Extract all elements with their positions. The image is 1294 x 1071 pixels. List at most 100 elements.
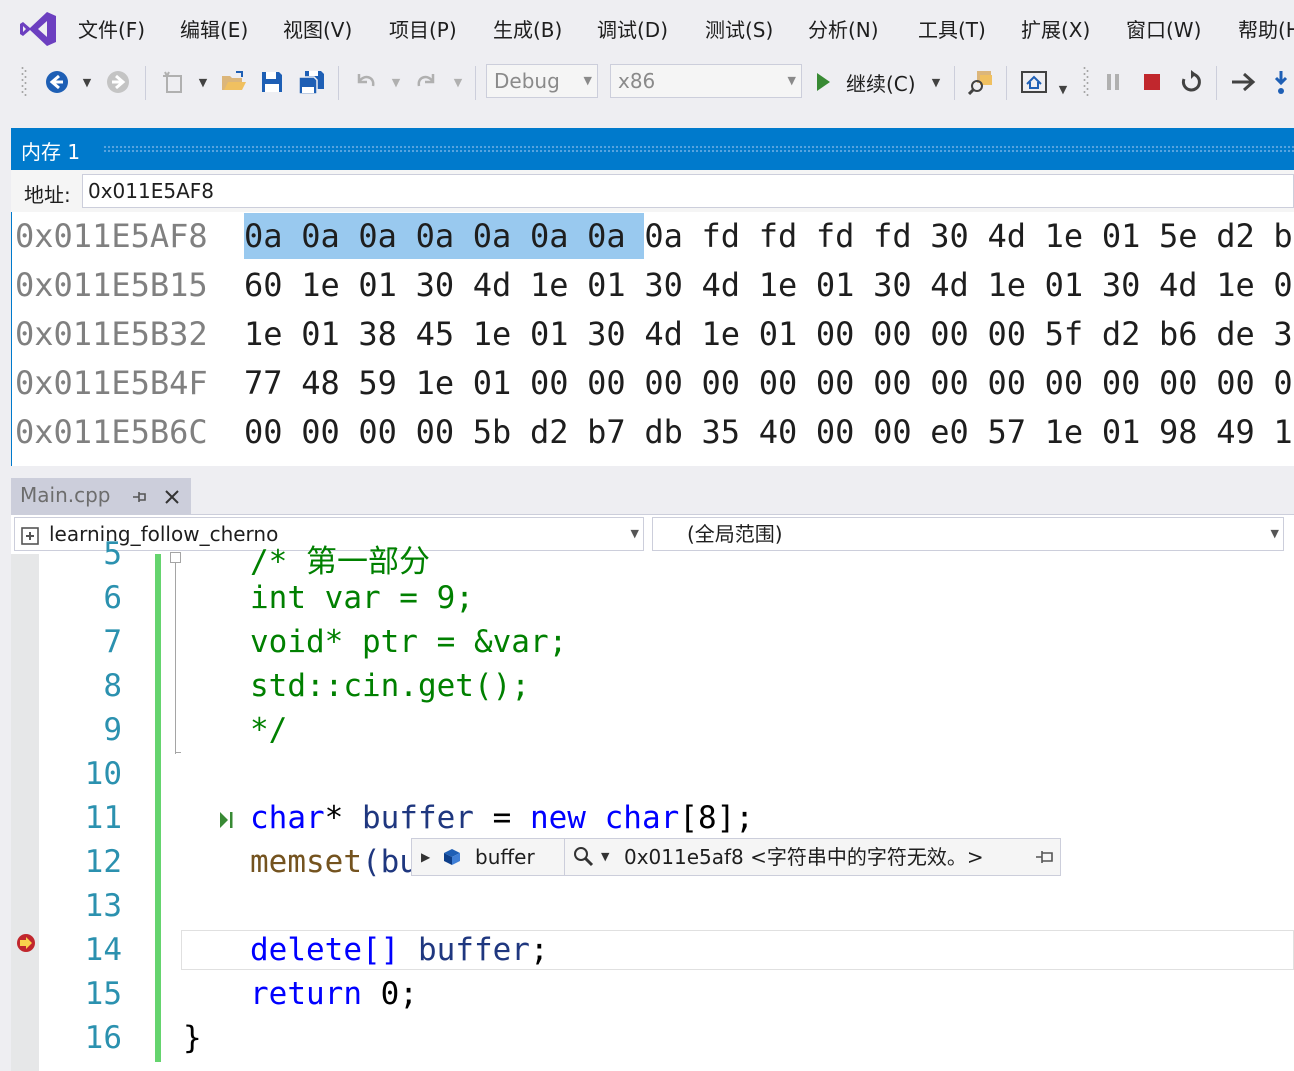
run-to-click-icon[interactable] [218,808,236,832]
memory-byte[interactable]: 0a [415,213,473,259]
memory-byte[interactable]: 49 [1216,409,1273,455]
memory-byte[interactable]: 00 [1159,360,1216,406]
chevron-down-icon[interactable]: ▼ [927,56,945,108]
memory-byte[interactable]: 00 [873,360,930,406]
memory-byte[interactable]: 1e [1216,262,1273,308]
memory-byte[interactable]: 01 [1045,262,1102,308]
save-all-icon[interactable] [294,56,328,108]
memory-byte[interactable]: 00 [587,360,644,406]
memory-byte[interactable]: 1e [244,311,301,357]
memory-byte[interactable]: 00 [873,311,930,357]
memory-byte[interactable]: 0a [587,213,645,259]
memory-byte[interactable]: b7 [1273,213,1294,259]
memory-byte[interactable]: 00 [416,409,473,455]
memory-byte[interactable]: 34 [1273,311,1294,357]
stop-icon[interactable] [1138,56,1166,108]
chevron-down-icon[interactable]: ▼ [387,56,405,108]
menu-build[interactable]: 生成(B) [493,14,562,43]
memory-byte[interactable]: fd [759,213,816,259]
navigate-forward-icon[interactable] [103,56,133,108]
memory-byte[interactable]: fd [702,213,759,259]
code-line[interactable]: char* buffer = new char[8]; [250,800,754,836]
memory-byte[interactable]: 01 [1102,213,1159,259]
memory-byte[interactable]: 01 [816,262,873,308]
memory-byte[interactable]: 0a [644,213,701,259]
memory-byte[interactable]: 60 [244,262,301,308]
memory-byte[interactable]: 1e [702,311,759,357]
memory-byte[interactable]: db [644,409,701,455]
memory-byte[interactable]: 00 [816,409,873,455]
memory-byte[interactable]: 00 [987,311,1044,357]
menu-analyze[interactable]: 分析(N) [808,14,879,43]
solution-platform-select[interactable]: x86 ▼ [610,64,802,98]
tab-main-cpp[interactable]: Main.cpp [11,478,191,514]
breakpoint-current-statement-icon[interactable] [15,932,37,954]
find-in-files-icon[interactable] [965,56,997,108]
memory-byte[interactable]: 00 [930,311,987,357]
memory-byte[interactable]: 00 [644,360,701,406]
memory-byte[interactable]: 30 [644,262,701,308]
memory-byte[interactable]: fd [873,213,930,259]
chevron-down-icon[interactable]: ▼ [601,839,609,875]
pin-icon[interactable] [131,488,149,506]
memory-byte[interactable]: 77 [244,360,301,406]
pin-icon[interactable] [1034,849,1056,865]
undo-icon[interactable] [350,56,380,108]
memory-byte[interactable]: 00 [930,360,987,406]
memory-byte[interactable]: 48 [301,360,358,406]
memory-byte[interactable]: 40 [759,409,816,455]
memory-byte[interactable]: 59 [358,360,415,406]
show-next-statement-icon[interactable] [1228,56,1258,108]
memory-byte[interactable]: 1e [1045,213,1102,259]
code-line[interactable]: return 0; [250,976,418,1012]
memory-byte[interactable]: de [1216,311,1273,357]
indicator-margin[interactable] [11,554,39,1071]
memory-byte[interactable]: 5e [1159,213,1216,259]
code-line[interactable]: int var = 9; [250,580,474,616]
memory-byte[interactable]: 0a [472,213,530,259]
memory-byte[interactable]: 01 [759,311,816,357]
expand-arrow-icon[interactable]: ▶ [421,839,430,875]
memory-byte[interactable]: 1e [416,360,473,406]
memory-byte[interactable]: 0a [301,213,359,259]
menu-file[interactable]: 文件(F) [78,14,145,43]
memory-byte[interactable]: 57 [987,409,1044,455]
redo-icon[interactable] [412,56,442,108]
code-line[interactable]: memset(buf [250,844,437,880]
menu-tools[interactable]: 工具(T) [918,14,986,43]
memory-byte[interactable]: 98 [1159,409,1216,455]
menu-extensions[interactable]: 扩展(X) [1021,14,1090,43]
memory-byte[interactable]: d2 [1102,311,1159,357]
code-line[interactable]: } [183,1020,202,1056]
close-icon[interactable] [163,488,181,506]
memory-byte[interactable]: 38 [358,311,415,357]
memory-byte[interactable]: 00 [816,311,873,357]
menu-project[interactable]: 项目(P) [389,14,457,43]
open-file-icon[interactable] [218,56,250,108]
memory-byte[interactable]: fd [816,213,873,259]
application-insights-icon[interactable] [1018,56,1050,108]
collapse-toggle[interactable] [170,552,181,563]
memory-byte[interactable]: 1e [473,311,530,357]
datatip-buffer[interactable]: ▶ buffer ▼ 0x011e5af8 <字符串中的字符无效。> [411,838,1061,876]
code-line[interactable]: /* 第一部分 [250,536,430,581]
menu-debug[interactable]: 调试(D) [597,14,668,43]
chevron-down-icon[interactable]: ▼ [449,56,467,108]
memory-byte[interactable]: 5b [473,409,530,455]
code-line[interactable]: delete[] buffer; [250,932,549,968]
save-icon[interactable] [256,56,288,108]
code-line[interactable]: std::cin.get(); [250,668,530,704]
memory-byte[interactable]: 30 [416,262,473,308]
menu-window[interactable]: 窗口(W) [1126,14,1201,43]
restart-icon[interactable] [1176,56,1206,108]
memory-byte[interactable]: 01 [530,311,587,357]
chevron-down-icon[interactable]: ▼ [1054,56,1072,108]
code-line[interactable]: void* ptr = &var; [250,624,567,660]
memory-byte[interactable]: 1e [1045,409,1102,455]
memory-byte[interactable]: 1e [530,262,587,308]
memory-byte[interactable]: 00 [1273,360,1294,406]
chevron-down-icon[interactable]: ▼ [194,56,212,108]
memory-byte[interactable]: 4d [702,262,759,308]
memory-byte[interactable]: 00 [358,409,415,455]
memory-byte[interactable]: d2 [1216,213,1273,259]
